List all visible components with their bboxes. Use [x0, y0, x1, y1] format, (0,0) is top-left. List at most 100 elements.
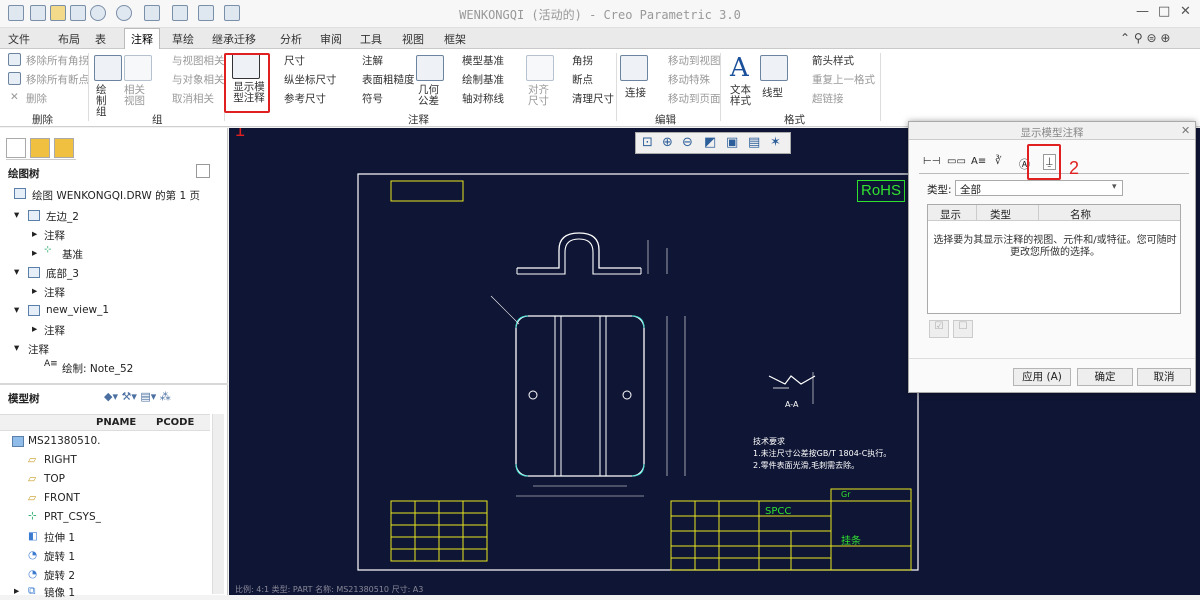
redo-icon[interactable] [116, 5, 132, 21]
text-style-button[interactable]: 文本样式 [730, 85, 752, 107]
axis-symmetry-button[interactable]: 轴对称线 [462, 91, 504, 106]
tree-item-note[interactable]: 绘制: Note_52 [62, 361, 133, 376]
expand-arrow[interactable]: ▸ [32, 285, 37, 297]
column-pname[interactable]: PNAME [96, 417, 136, 428]
tab-tools[interactable]: 工具 [360, 31, 382, 47]
tab-annotate[interactable]: 注释 [124, 28, 160, 50]
close-button[interactable]: ✕ [1180, 4, 1191, 19]
tab-layout[interactable]: 布局 [58, 31, 80, 47]
expand-arrow[interactable]: ▸ [32, 323, 37, 335]
apply-button[interactable]: 应用 (A) [1013, 368, 1071, 386]
new-icon[interactable] [30, 5, 46, 21]
select-all-icon[interactable]: ☑ [929, 320, 949, 338]
tree-item-drawing[interactable]: 绘图 WENKONGQI.DRW 的第 1 页 [32, 188, 200, 203]
jog-button[interactable]: 角拐 [572, 53, 593, 68]
tab-legacy-migration[interactable]: 继承迁移 [212, 31, 256, 47]
arrow-style-button[interactable]: 箭头样式 [812, 53, 854, 68]
surface-finish-button[interactable]: 表面粗糙度 [362, 72, 415, 87]
remove-all-breaks[interactable]: 移除所有断点 [26, 72, 89, 87]
line-style-button[interactable]: 线型 [762, 85, 783, 100]
tree-item-datum[interactable]: 基准 [62, 247, 83, 262]
tree-item-annotations-2[interactable]: 注释 [44, 285, 65, 300]
expand-arrow[interactable]: ▸ [14, 585, 19, 597]
tree-item-annotations-3[interactable]: 注释 [44, 323, 65, 338]
relate-to-view[interactable]: 与视图相关 [172, 53, 225, 68]
deselect-all-icon[interactable]: ☐ [953, 320, 973, 338]
tab-sketch[interactable]: 草绘 [172, 31, 194, 47]
tree-item-bottom-view[interactable]: 底部_3 [46, 266, 79, 281]
expand-arrow[interactable]: ▾ [14, 266, 19, 278]
move-to-view-button[interactable]: 移动到视图 [668, 53, 721, 68]
model-item-front[interactable]: FRONT [44, 492, 80, 504]
break-button[interactable]: 断点 [572, 72, 593, 87]
ok-button[interactable]: 确定 [1077, 368, 1133, 386]
tab-table[interactable]: 表 [95, 31, 106, 47]
model-item-top[interactable]: TOP [44, 473, 65, 485]
remove-all-jogs[interactable]: 移除所有角拐 [26, 53, 89, 68]
model-item-right[interactable]: RIGHT [44, 454, 77, 466]
model-item-extrude[interactable]: 拉伸 1 [44, 530, 75, 545]
reference-dimension-button[interactable]: 参考尺寸 [284, 91, 326, 106]
tree-item-annotations-1[interactable]: 注释 [44, 228, 65, 243]
delete-button[interactable]: 删除 [26, 91, 47, 106]
favorites-tab-icon[interactable] [54, 138, 74, 158]
regenerate-icon[interactable] [144, 5, 160, 21]
cancel-button[interactable]: 取消 [1137, 368, 1191, 386]
model-tree-toolbar[interactable]: ◆▾ ⚒▾ ▤▾ ⁂ [104, 390, 214, 404]
minimize-button[interactable]: — [1136, 4, 1149, 19]
splitter[interactable] [0, 383, 228, 385]
help-icons[interactable]: ⌃ ⚲ ⊜ ⊕ [1120, 31, 1170, 45]
repeat-format-button[interactable]: 重复上一格式 [812, 72, 875, 87]
related-view-button[interactable]: 相关视图 [124, 85, 152, 107]
model-item-csys[interactable]: PRT_CSYS_ [44, 511, 101, 523]
expand-arrow[interactable]: ▾ [14, 304, 19, 316]
expand-arrow[interactable]: ▸ [32, 247, 37, 259]
dimension-button[interactable]: 尺寸 [284, 53, 305, 68]
tab-file[interactable]: 文件 [8, 31, 30, 47]
tab-framework[interactable]: 框架 [444, 31, 466, 47]
type-select[interactable]: 全部 ▾ [955, 180, 1123, 196]
gtol-tab-icon[interactable]: ▭▭ [947, 156, 966, 167]
tree-tab-icon[interactable] [6, 138, 26, 158]
tree-item-annotations-root[interactable]: 注释 [28, 342, 49, 357]
folder-tab-icon[interactable] [30, 138, 50, 158]
annotation-list[interactable]: 显示 类型 名称 选择要为其显示注释的视图、元件和/或特征。您可随时更改您所做的… [927, 204, 1181, 314]
expand-arrow[interactable]: ▾ [14, 342, 19, 354]
app-icon[interactable] [8, 5, 24, 21]
hyperlink-button[interactable]: 超链接 [812, 91, 844, 106]
maximize-button[interactable]: □ [1158, 4, 1170, 19]
model-item-revolve-2[interactable]: 旋转 2 [44, 568, 75, 583]
chevron-down-icon[interactable]: ▾ [1112, 182, 1117, 192]
model-datum-button[interactable]: 模型基准 [462, 53, 504, 68]
move-special-button[interactable]: 移动特殊 [668, 72, 710, 87]
model-item-part[interactable]: MS21380510. [28, 435, 101, 447]
model-item-revolve-1[interactable]: 旋转 1 [44, 549, 75, 564]
tab-analysis[interactable]: 分析 [280, 31, 302, 47]
column-pcode[interactable]: PCODE [156, 417, 194, 428]
draft-datum-button[interactable]: 绘制基准 [462, 72, 504, 87]
surface-finish-tab-icon[interactable]: ∛ [995, 156, 1001, 167]
move-to-page-button[interactable]: 移动到页面 [668, 91, 721, 106]
undo-icon[interactable] [90, 5, 106, 21]
x-icon[interactable] [224, 5, 240, 21]
tab-view[interactable]: 视图 [402, 31, 424, 47]
align-dimensions-button[interactable]: 对齐尺寸 [528, 85, 550, 107]
expand-arrow[interactable]: ▸ [32, 228, 37, 240]
connect-button[interactable]: 连接 [625, 85, 646, 100]
model-item-mirror[interactable]: 镜像 1 [44, 585, 75, 600]
unrelate[interactable]: 取消相关 [172, 91, 214, 106]
expand-arrow[interactable]: ▾ [14, 209, 19, 221]
tree-item-left-view[interactable]: 左边_2 [46, 209, 79, 224]
save-icon[interactable] [70, 5, 86, 21]
note-tab-icon[interactable]: A≡ [971, 156, 986, 167]
dialog-close-icon[interactable]: ✕ [1181, 124, 1190, 137]
symbol-button[interactable]: 符号 [362, 91, 383, 106]
relate-to-object[interactable]: 与对象相关 [172, 72, 225, 87]
dimension-tab-icon[interactable]: ⊢⊣ [923, 156, 940, 167]
ordinate-dimension-button[interactable]: 纵坐标尺寸 [284, 72, 337, 87]
close-window-icon[interactable] [198, 5, 214, 21]
dialog-titlebar[interactable]: 显示模型注释 ✕ [909, 122, 1195, 140]
draw-group-button[interactable]: 绘制组 [96, 85, 116, 118]
open-icon[interactable] [50, 5, 66, 21]
windows-icon[interactable] [172, 5, 188, 21]
